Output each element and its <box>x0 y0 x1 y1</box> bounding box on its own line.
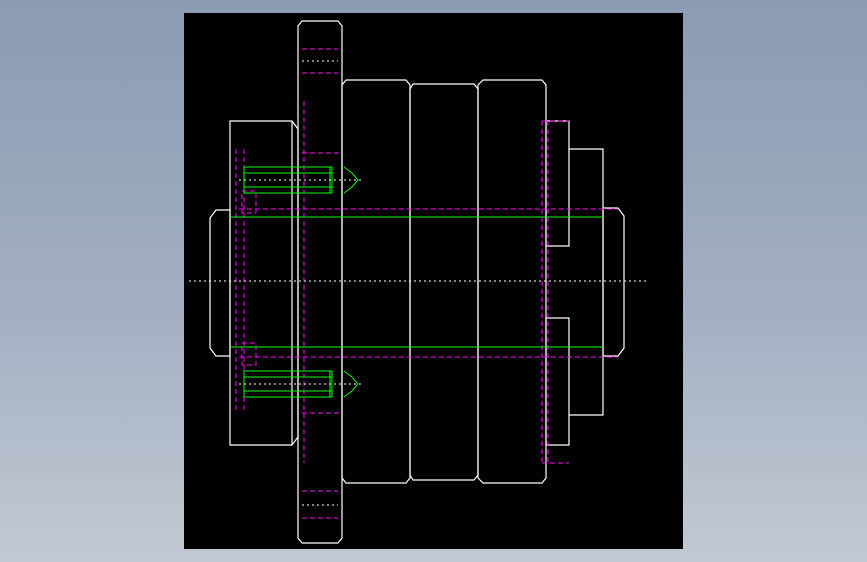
hub-left <box>229 120 299 446</box>
hub-right-flange-lower <box>545 317 570 446</box>
part-outlines <box>209 20 625 544</box>
flange-disc <box>297 20 343 544</box>
hub-right-flange <box>545 120 570 247</box>
hub-right <box>569 148 604 416</box>
shaft-stub-left <box>209 209 231 357</box>
sleeve-ring-2 <box>409 83 479 481</box>
shaft-stub-right <box>602 207 625 357</box>
cad-viewport[interactable] <box>184 13 683 549</box>
shaft-bore <box>230 216 603 348</box>
hidden-lines <box>235 48 618 519</box>
center-lines <box>189 60 646 506</box>
coupling-drawing <box>189 20 646 544</box>
